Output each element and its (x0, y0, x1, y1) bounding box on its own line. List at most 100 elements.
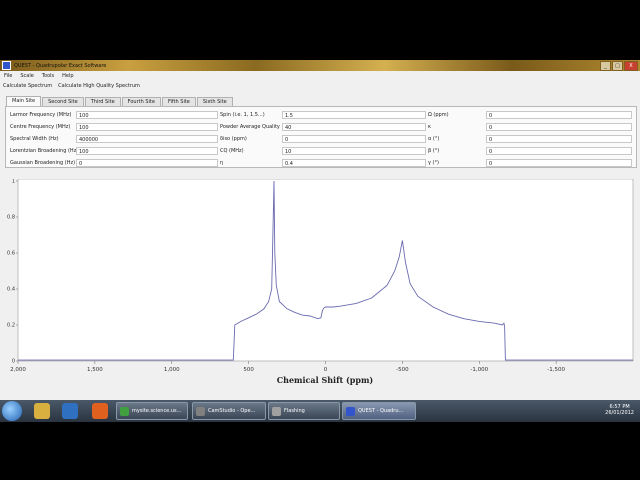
taskbar: mysite.science.us... CamStudio - Ope... … (0, 400, 640, 422)
clock-date: 26/01/2012 (605, 410, 634, 416)
powder-average-label: Powder Average Quality (220, 123, 280, 130)
x-tick-label: -1,000 (470, 367, 488, 373)
delta-iso-label: δiso (ppm) (220, 135, 247, 142)
kappa-label: κ (428, 123, 431, 130)
minimize-button[interactable]: _ (600, 61, 611, 71)
tab-main-site[interactable]: Main Site (6, 96, 42, 106)
param-row: Spectral Width (Hz) (10, 134, 59, 143)
lorentzian-broadening-label: Lorentzian Broadening (Hz) (10, 147, 79, 154)
x-tick-label: 2,000 (10, 367, 26, 373)
folder-icon[interactable] (34, 403, 50, 419)
y-tick-label: 0.2 (7, 323, 15, 329)
x-tick-label: 500 (243, 367, 254, 373)
menu-file[interactable]: File (0, 73, 16, 79)
param-row: δiso (ppm) (220, 134, 247, 143)
param-row: κ (428, 122, 431, 131)
omega-input[interactable]: 0 (486, 111, 632, 119)
param-row: CQ (MHz) (220, 146, 244, 155)
param-row: η (220, 158, 223, 167)
app-icon (2, 61, 11, 70)
eta-input[interactable]: 0.4 (282, 159, 426, 167)
task-quest[interactable]: QUEST - Quadru... (342, 402, 416, 420)
media-player-icon[interactable] (62, 403, 78, 419)
window-title: QUEST - Quadrupolar Exact Software (14, 62, 107, 69)
tab-third-site[interactable]: Third Site (84, 97, 121, 106)
centre-frequency-input[interactable]: 100 (76, 123, 218, 131)
close-button[interactable]: X (624, 61, 638, 71)
param-row: β (°) (428, 146, 439, 155)
menu-scale[interactable]: Scale (16, 73, 37, 79)
larmor-frequency-input[interactable]: 100 (76, 111, 218, 119)
gaussian-broadening-label: Gaussian Broadening (Hz) (10, 159, 76, 166)
calculate-spectrum-button[interactable]: Calculate Spectrum (0, 83, 55, 89)
alpha-label: α (°) (428, 135, 440, 142)
param-row: γ (°) (428, 158, 439, 167)
clock[interactable]: 6:57 PM 26/01/2012 (605, 404, 634, 416)
chrome-icon (120, 406, 129, 416)
task-label: CamStudio - Ope... (208, 408, 256, 414)
gamma-label: γ (°) (428, 159, 439, 166)
calculate-hq-spectrum-button[interactable]: Calculate High Quality Spectrum (55, 83, 143, 89)
window-icon (272, 406, 281, 416)
centre-frequency-label: Centre Frequency (MHz) (10, 123, 71, 130)
param-row: α (°) (428, 134, 439, 143)
camstudio-icon (196, 406, 205, 416)
gaussian-broadening-input[interactable]: 0 (76, 159, 218, 167)
spin-input[interactable]: 1.5 (282, 111, 426, 119)
maximize-button[interactable]: □ (612, 61, 623, 71)
menu-help[interactable]: Help (58, 73, 77, 79)
task-camstudio[interactable]: CamStudio - Ope... (192, 402, 266, 420)
task-flashing[interactable]: Flashing (268, 402, 340, 420)
param-row: Powder Average Quality (220, 122, 280, 131)
param-row: Gaussian Broadening (Hz) (10, 158, 75, 167)
task-label: Flashing (284, 408, 305, 414)
beta-label: β (°) (428, 147, 440, 154)
delta-iso-input[interactable]: 0 (282, 135, 426, 143)
tab-fifth-site[interactable]: Fifth Site (161, 97, 196, 106)
beta-input[interactable]: 0 (486, 147, 632, 155)
param-row: Centre Frequency (MHz) (10, 122, 70, 131)
y-tick-label: 0 (12, 359, 15, 365)
y-tick-label: 0.6 (7, 251, 15, 257)
firefox-icon[interactable] (92, 403, 108, 419)
menu-bar: File Scale Tools Help (0, 71, 640, 80)
y-tick-label: 0.8 (7, 215, 15, 221)
site-tabs: Main Site Second Site Third Site Fourth … (6, 96, 233, 106)
window-controls: _ □ X (600, 61, 638, 71)
title-bar: QUEST - Quadrupolar Exact Software _ □ X (0, 60, 640, 71)
screen-top-black (0, 0, 640, 60)
cq-label: CQ (MHz) (220, 147, 244, 154)
powder-average-input[interactable]: 40 (282, 123, 426, 131)
spin-label: Spin (i.e. 1, 1.5...) (220, 111, 265, 118)
x-tick-label: -1,500 (547, 367, 565, 373)
x-tick-label: 1,500 (87, 367, 103, 373)
main-content: Main Site Second Site Third Site Fourth … (0, 91, 640, 479)
system-tray: 6:57 PM 26/01/2012 (560, 400, 640, 422)
tab-fourth-site[interactable]: Fourth Site (121, 97, 161, 106)
eta-label: η (220, 159, 224, 166)
spectral-width-input[interactable]: 400000 (76, 135, 218, 143)
menu-tools[interactable]: Tools (38, 73, 58, 79)
y-tick-label: 0.4 (7, 287, 15, 293)
x-tick-label: 0 (324, 367, 328, 373)
alpha-input[interactable]: 0 (486, 135, 632, 143)
lorentzian-broadening-input[interactable]: 100 (76, 147, 218, 155)
plot-area (17, 179, 634, 362)
tab-second-site[interactable]: Second Site (42, 97, 84, 106)
start-button[interactable] (2, 401, 22, 421)
cq-input[interactable]: 10 (282, 147, 426, 155)
param-row: Ω (ppm) (428, 110, 449, 119)
task-chrome[interactable]: mysite.science.us... (116, 402, 188, 420)
omega-label: Ω (ppm) (428, 111, 449, 118)
larmor-frequency-label: Larmor Frequency (MHz) (10, 111, 72, 118)
param-row: Larmor Frequency (MHz) (10, 110, 71, 119)
param-row: Lorentzian Broadening (Hz) (10, 146, 78, 155)
x-tick-label: -500 (396, 367, 409, 373)
parameters-panel: Larmor Frequency (MHz) 100 Centre Freque… (5, 106, 637, 168)
y-tick-label: 1 (12, 179, 15, 185)
tab-sixth-site[interactable]: Sixth Site (196, 97, 233, 106)
task-label: mysite.science.us... (132, 408, 182, 414)
kappa-input[interactable]: 0 (486, 123, 632, 131)
gamma-input[interactable]: 0 (486, 159, 632, 167)
x-tick-label: 1,000 (164, 367, 180, 373)
